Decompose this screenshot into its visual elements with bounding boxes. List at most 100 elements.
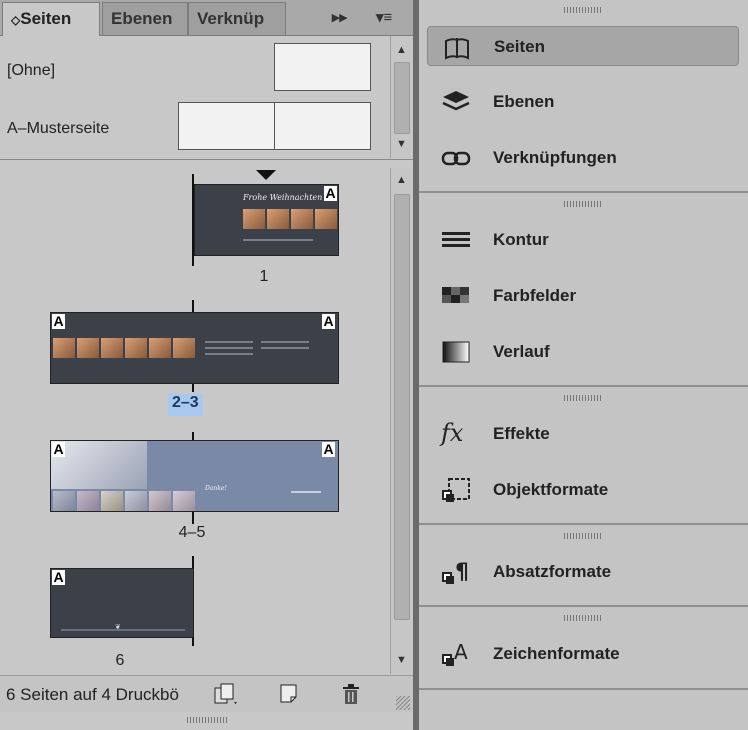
photo <box>243 209 265 229</box>
group-separator <box>419 385 748 387</box>
masters-scrollbar[interactable]: ▲ ▼ <box>390 36 412 158</box>
dock-item-zeichenformate[interactable]: A Zeichenformate <box>427 634 739 674</box>
scroll-up-icon[interactable]: ▲ <box>393 42 410 58</box>
character-styles-icon: A <box>441 640 471 667</box>
group-grip[interactable] <box>564 615 602 621</box>
photo <box>125 338 147 358</box>
page-number[interactable]: 1 <box>252 268 276 286</box>
layers-icon <box>441 89 471 115</box>
text-line <box>243 239 313 241</box>
text-line <box>261 347 309 349</box>
master-indicator: A <box>324 185 337 201</box>
master-indicator: A <box>52 441 65 457</box>
group-grip[interactable] <box>564 7 602 13</box>
scroll-thumb[interactable] <box>394 62 410 134</box>
panel-menu-icon[interactable]: ▾≡ <box>376 8 392 26</box>
master-indicator: A <box>322 441 335 457</box>
new-page-icon[interactable] <box>278 682 300 706</box>
dock-item-farbfelder[interactable]: Farbfelder <box>427 276 739 316</box>
object-styles-icon <box>441 477 471 503</box>
group-grip[interactable] <box>564 395 602 401</box>
master-a-right-thumbnail[interactable] <box>274 102 371 150</box>
master-a-label[interactable]: A–Musterseite <box>7 120 109 138</box>
link-icon <box>441 145 471 171</box>
dock-item-verknuepfungen[interactable]: Verknüpfungen <box>427 138 739 178</box>
page-number[interactable]: 6 <box>110 652 130 670</box>
masters-section: [Ohne] A–Musterseite ▲ ▼ <box>0 36 416 160</box>
ornament-icon: ❦ <box>115 624 121 631</box>
pages-status-bar: 6 Seiten auf 4 Druckbö <box>0 675 416 712</box>
text-line <box>61 629 185 631</box>
photo <box>77 491 99 511</box>
collapsed-panels-dock: Seiten Ebenen Verknüpfungen Kontur Farbf… <box>419 0 748 730</box>
group-grip[interactable] <box>564 201 602 207</box>
photo <box>173 338 195 358</box>
photo <box>149 491 171 511</box>
scroll-thumb[interactable] <box>394 194 410 620</box>
scroll-down-icon[interactable]: ▼ <box>393 136 410 152</box>
tab-verknuepfungen[interactable]: Verknüp <box>188 2 286 35</box>
master-indicator: A <box>52 313 65 329</box>
spread-2-3-thumbnail[interactable] <box>50 312 339 384</box>
page-1-thumbnail[interactable]: Frohe Weihnachten <box>194 184 339 256</box>
group-separator <box>419 523 748 525</box>
collapse-arrows-icon[interactable]: ▸▸ <box>332 8 347 26</box>
trash-icon[interactable] <box>340 682 362 706</box>
edit-page-size-icon[interactable] <box>212 682 240 706</box>
dock-item-seiten[interactable]: Seiten <box>427 26 739 66</box>
swatches-icon <box>441 283 471 309</box>
panel-grip[interactable] <box>187 717 227 723</box>
paragraph-styles-icon: ¶ <box>441 559 471 585</box>
photo <box>53 338 75 358</box>
stroke-icon <box>441 227 471 253</box>
photo <box>53 491 75 511</box>
photo <box>77 338 99 358</box>
resize-grip-icon[interactable] <box>396 696 410 710</box>
svg-text:A: A <box>454 641 468 664</box>
scroll-down-icon[interactable]: ▼ <box>393 652 410 668</box>
group-grip[interactable] <box>564 533 602 539</box>
photo <box>125 491 147 511</box>
spread-4-5-thumbnail[interactable]: Danke! <box>50 440 339 512</box>
photo <box>315 209 337 229</box>
gradient-icon <box>441 339 471 365</box>
photo <box>101 491 123 511</box>
photo <box>51 441 147 489</box>
photo <box>267 209 289 229</box>
master-none-label[interactable]: [Ohne] <box>7 62 55 80</box>
dock-item-kontur[interactable]: Kontur <box>427 220 739 260</box>
text-line <box>291 491 321 493</box>
master-indicator: A <box>322 313 335 329</box>
photo <box>173 491 195 511</box>
page-number[interactable]: 4–5 <box>172 524 212 542</box>
dock-item-objektformate[interactable]: Objektformate <box>427 470 739 510</box>
text-line <box>205 353 253 355</box>
panel-tab-bar: ◇Seiten Ebenen Verknüp ▸▸ ▾≡ <box>0 0 416 37</box>
page-count-status: 6 Seiten auf 4 Druckbö <box>6 685 179 704</box>
scroll-up-icon[interactable]: ▲ <box>393 172 410 188</box>
pages-icon <box>442 34 472 60</box>
dock-item-verlauf[interactable]: Verlauf <box>427 332 739 372</box>
group-separator <box>419 605 748 607</box>
pages-scrollbar[interactable]: ▲ ▼ <box>390 168 412 674</box>
text-line <box>205 347 253 349</box>
page-6-thumbnail[interactable]: ❦ <box>50 568 194 638</box>
chevron-updown-icon: ◇ <box>11 13 21 27</box>
dock-item-absatzformate[interactable]: ¶ Absatzformate <box>427 552 739 592</box>
master-none-thumbnail[interactable] <box>274 43 371 91</box>
photo <box>291 209 313 229</box>
photo <box>101 338 123 358</box>
master-indicator: A <box>52 569 65 585</box>
pages-area: Frohe Weihnachten A 1 A A 2–3 Danke! A A… <box>0 162 390 674</box>
pages-panel: ◇Seiten Ebenen Verknüp ▸▸ ▾≡ [Ohne] A–Mu… <box>0 0 416 730</box>
text-line <box>261 341 309 343</box>
page-number-selected[interactable]: 2–3 <box>168 394 203 416</box>
tab-seiten[interactable]: ◇Seiten <box>2 2 100 37</box>
tab-ebenen[interactable]: Ebenen <box>102 2 188 35</box>
svg-text:¶: ¶ <box>455 560 469 585</box>
master-a-left-thumbnail[interactable] <box>178 102 275 150</box>
dock-item-effekte[interactable]: fx Effekte <box>427 414 739 454</box>
dock-item-ebenen[interactable]: Ebenen <box>427 82 739 122</box>
group-separator <box>419 688 748 690</box>
group-separator <box>419 191 748 193</box>
